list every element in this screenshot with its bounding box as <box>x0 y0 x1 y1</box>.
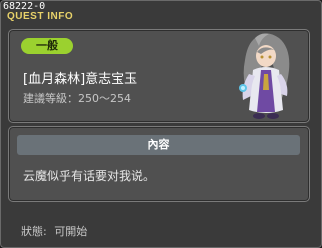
quest-status: 狀態: 可開始 <box>21 223 87 239</box>
status-label: 狀態: <box>21 225 47 238</box>
content-text: 云魔似乎有话要对我说。 <box>23 169 156 183</box>
quest-content-panel: 內容 云魔似乎有话要对我说。 <box>8 126 310 202</box>
content-header: 內容 <box>17 135 300 155</box>
quest-name: [血月森林]意志宝玉 <box>23 72 138 87</box>
window-title: QUEST INFO <box>7 11 74 22</box>
quest-level-requirement: 建議等級：250～254 <box>23 92 131 105</box>
quest-info-window: 68222-0 QUEST INFO 一般 [血月森林]意志宝玉 建議等級：25… <box>0 0 322 248</box>
quest-category-badge: 一般 <box>21 38 73 54</box>
status-value: 可開始 <box>54 225 88 238</box>
quest-summary-panel: 一般 [血月森林]意志宝玉 建議等級：250～254 <box>8 29 310 123</box>
npc-portrait-icon <box>239 33 290 119</box>
